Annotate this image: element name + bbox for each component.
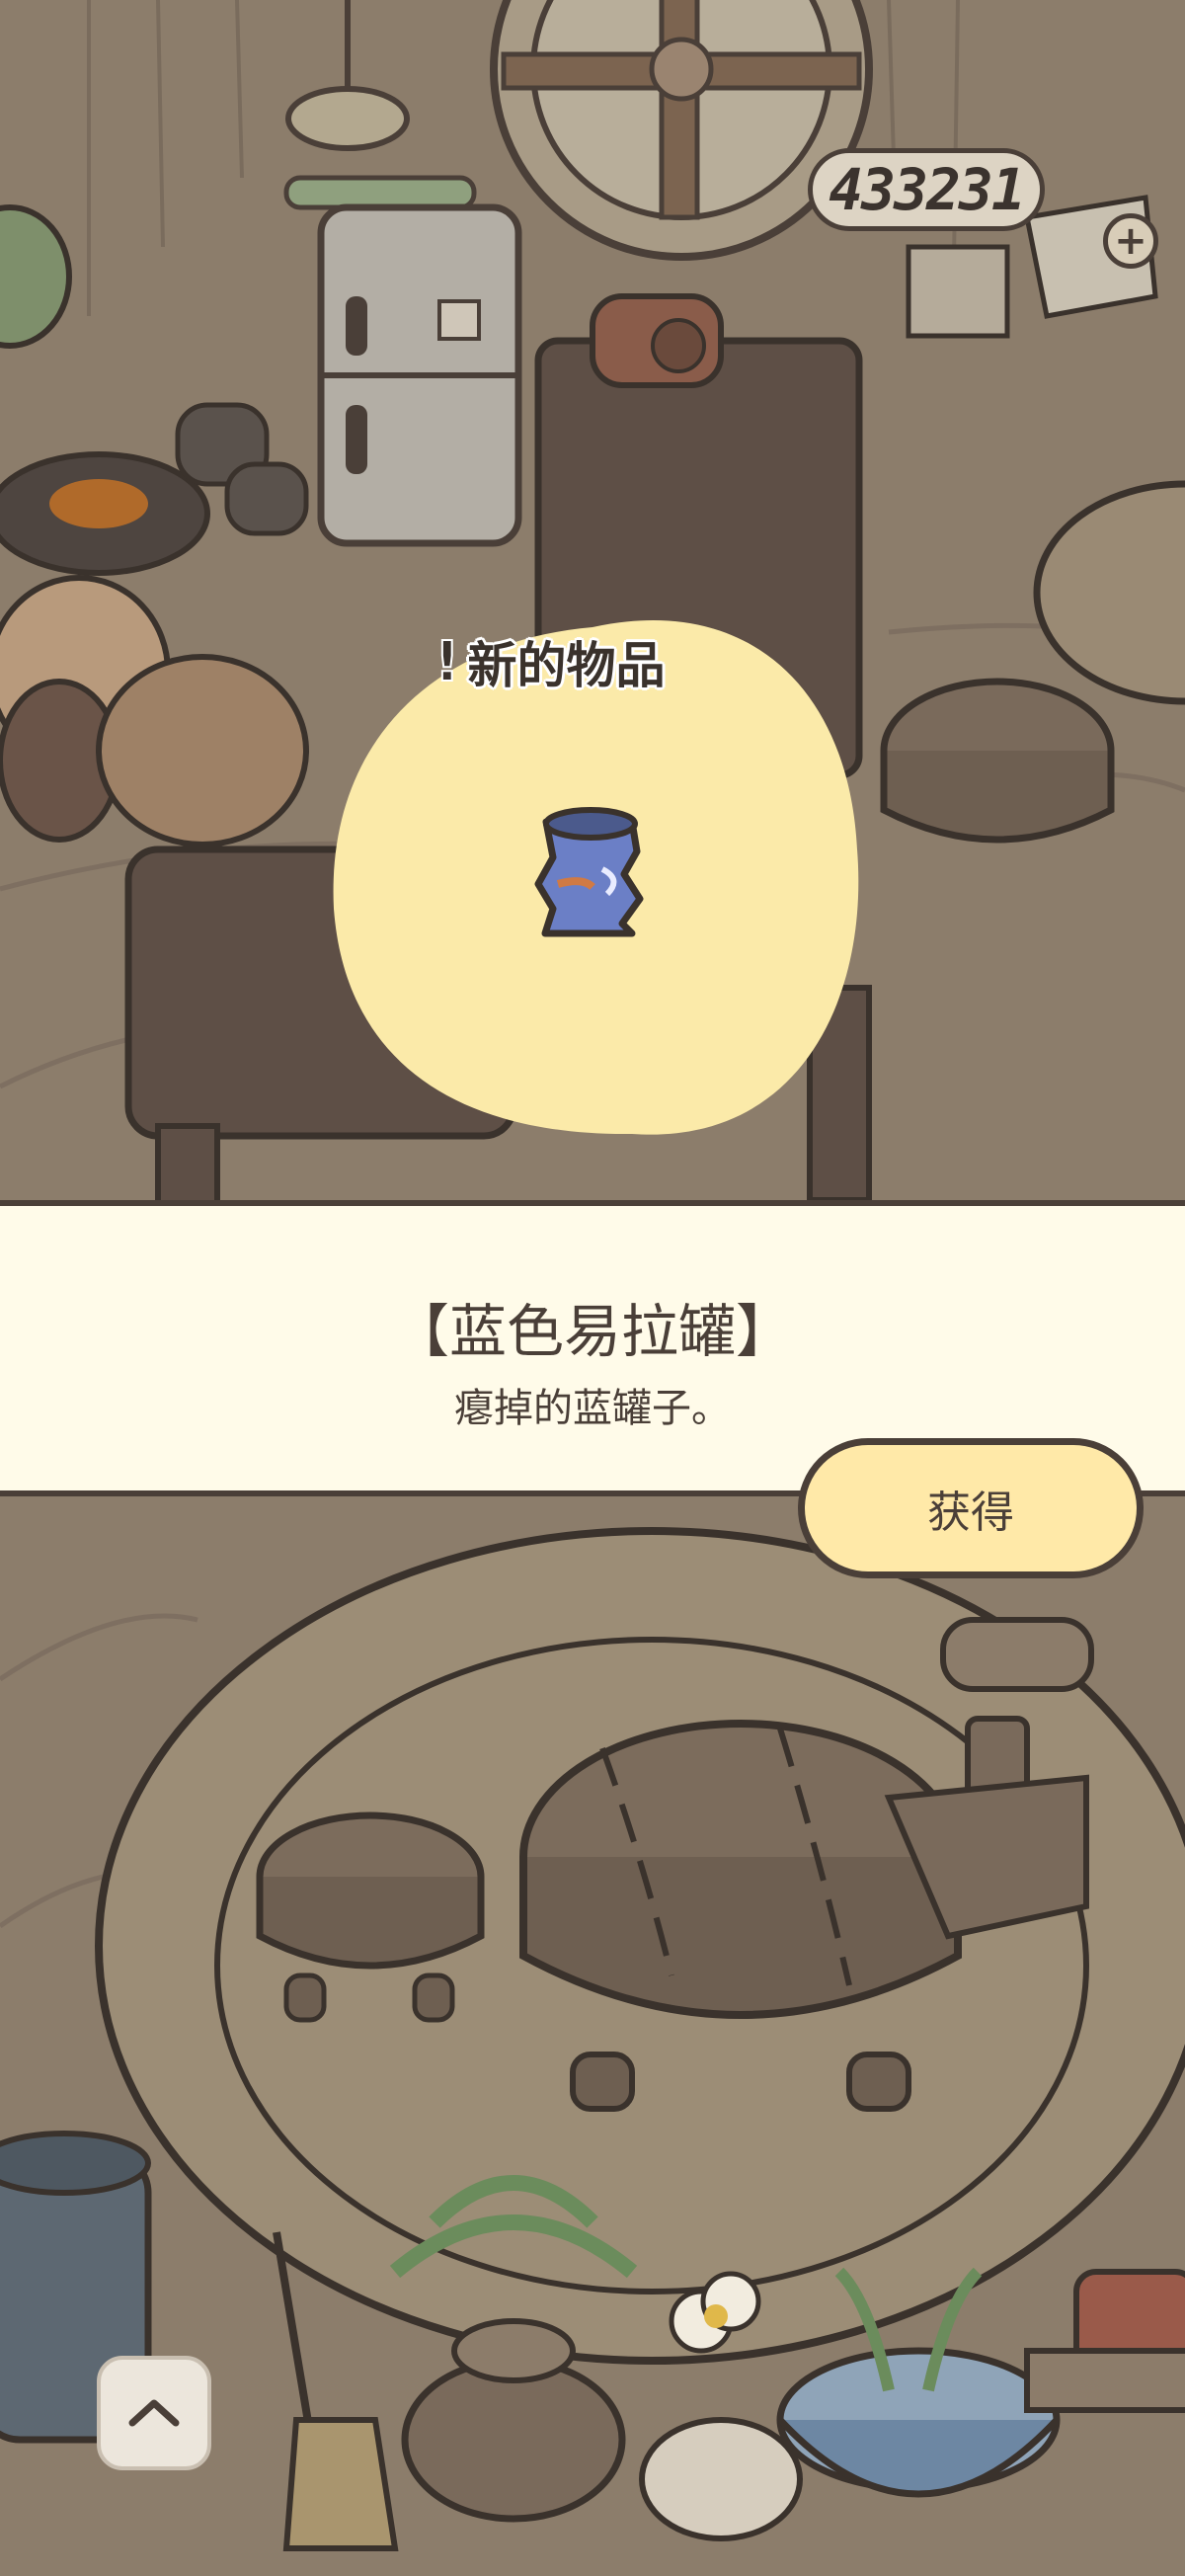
- coin-counter: 433231: [808, 148, 1045, 231]
- fridge: [317, 203, 522, 547]
- add-coins-button[interactable]: +: [1103, 213, 1158, 269]
- get-item-button[interactable]: 获得: [798, 1438, 1144, 1578]
- exclamation-icon: !: [434, 629, 461, 695]
- plus-icon: +: [1114, 218, 1147, 264]
- item-description: 瘪掉的蓝罐子。: [454, 1386, 731, 1431]
- coin-amount: 433231: [829, 156, 1026, 223]
- item-name: 【蓝色易拉罐】: [391, 1298, 793, 1365]
- expand-menu-button[interactable]: [97, 2356, 211, 2470]
- new-item-title: 新的物品: [467, 637, 666, 694]
- get-item-label: 获得: [927, 1488, 1014, 1538]
- blue-can-icon: [534, 807, 644, 937]
- stool-upper: [880, 678, 1115, 844]
- chevron-up-icon: [128, 2399, 180, 2427]
- new-item-header: ! 新的物品: [434, 622, 666, 701]
